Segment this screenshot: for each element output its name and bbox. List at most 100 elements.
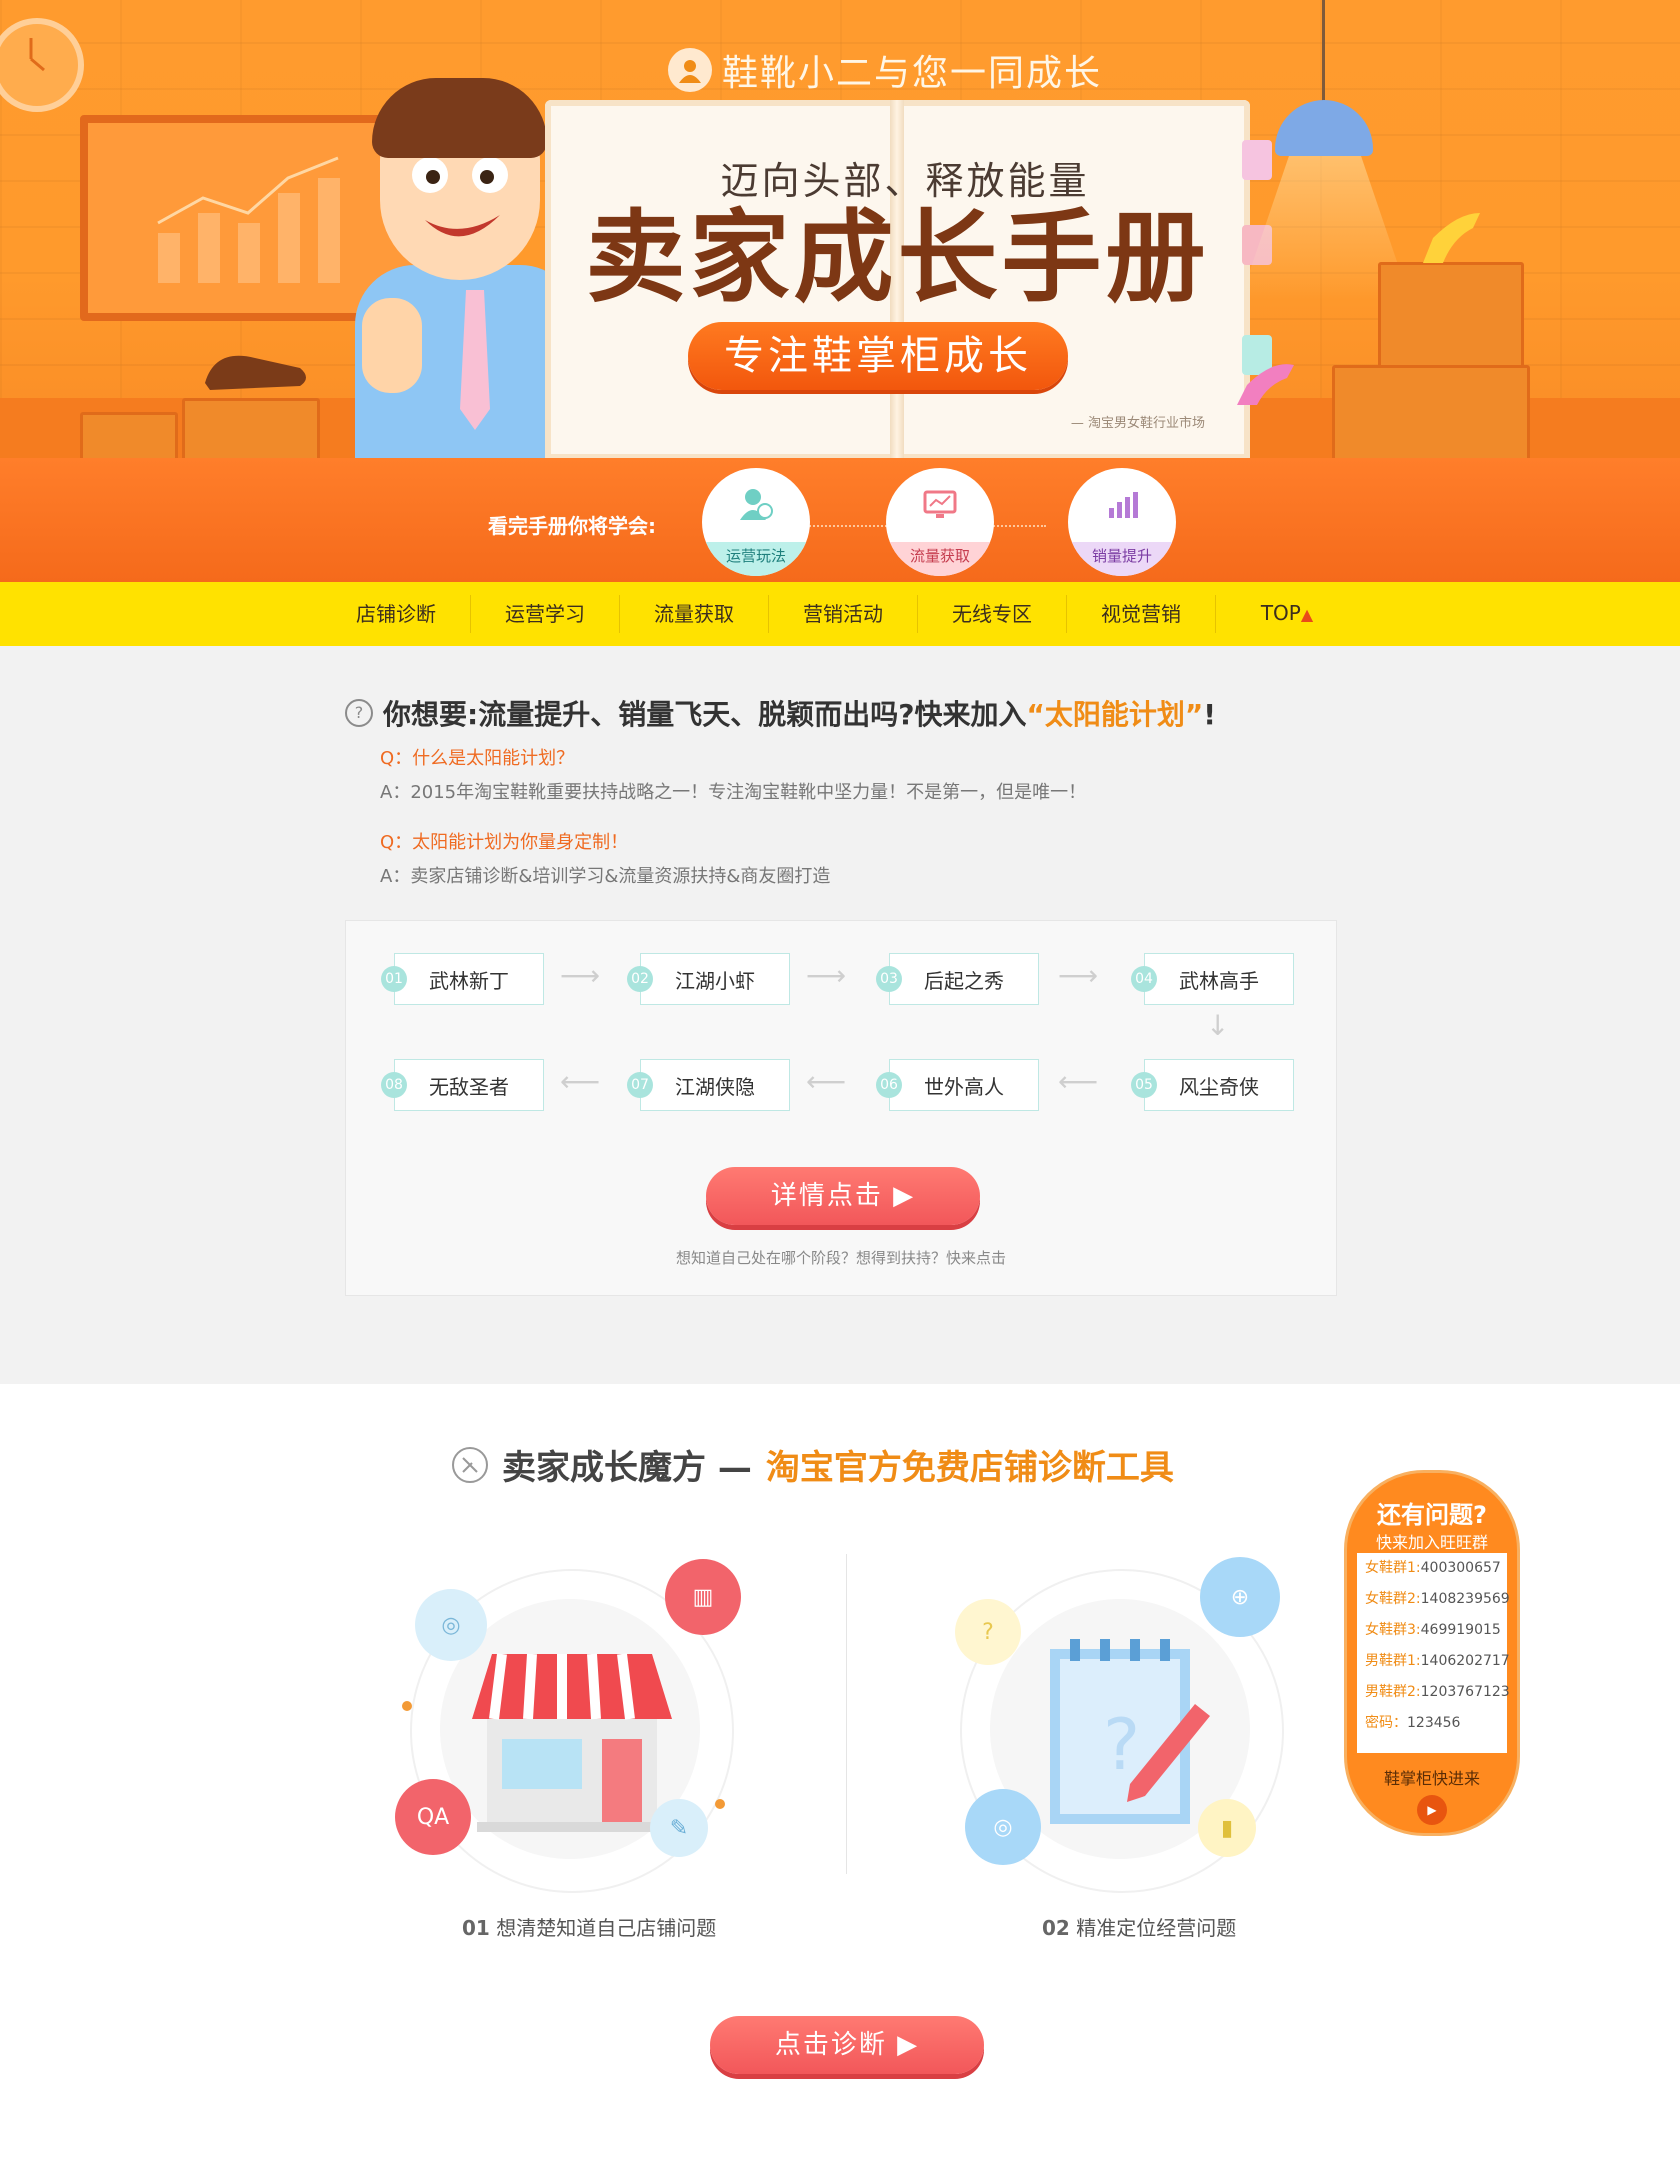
learn-badge-label: 销量提升 (1068, 542, 1176, 576)
hero-top-title-text: 鞋靴小二与您一同成长 (722, 53, 1103, 94)
level-card: 02 江湖小虾 (627, 953, 790, 1005)
user-avatar-icon (668, 48, 712, 92)
group-value: 1408239569 (1420, 1591, 1510, 1607)
levels-panel: 01 武林新丁 02 江湖小虾 03 后起之秀 04 武林高手 05 风尘奇侠 06 世外高… (345, 920, 1337, 1296)
orange-dot (715, 1799, 725, 1809)
heading-suffix: ! (1203, 698, 1217, 731)
step2-number: 02 (1042, 1916, 1070, 1940)
nav-item-store-diagnosis[interactable]: 店铺诊断 (322, 595, 471, 633)
nav-item-marketing[interactable]: 营销活动 (769, 595, 918, 633)
level-card: 07 江湖侠隐 (627, 1059, 790, 1111)
heading-prefix: 你想要:流量提升、销量飞天、脱颖而出吗?快来加入 (383, 698, 1027, 731)
step2-text: 精准定位经营问题 (1076, 1916, 1237, 1940)
group-key: 男鞋群2: (1365, 1684, 1421, 1700)
arrow-left-icon: ⟵ (1058, 1065, 1099, 1098)
level-card: 03 后起之秀 (876, 953, 1039, 1005)
wrench-icon: ✎ (650, 1799, 708, 1857)
help-sidebar: 还有问题? 快来加入旺旺群 女鞋群1:400300657 女鞋群2:140823… (1344, 1470, 1520, 1836)
group-row[interactable]: 男鞋群2:1203767123 (1357, 1677, 1510, 1708)
sun-plan-heading: ? 你想要:流量提升、销量飞天、脱颖而出吗?快来加入“太阳能计划”! (345, 693, 1216, 733)
group-key: 女鞋群1: (1365, 1560, 1421, 1576)
arrow-left-icon: ⟵ (806, 1065, 847, 1098)
monitor-chart-icon: ▥ (665, 1559, 741, 1635)
level-number: 06 (876, 1072, 902, 1098)
shoe-box-decoration (80, 412, 178, 458)
password-key: 密码： (1365, 1715, 1407, 1731)
target-crosshair-icon: ⊕ (1200, 1557, 1280, 1637)
sales-chart-icon (1109, 492, 1138, 518)
level-number: 03 (876, 966, 902, 992)
group-row[interactable]: 女鞋群3:469919015 (1357, 1615, 1507, 1646)
learn-badge-traffic[interactable]: 流量获取 (886, 468, 994, 576)
nav-item-top[interactable]: TOP▲ (1216, 594, 1358, 634)
level-number: 05 (1131, 1072, 1157, 1098)
learn-badge-operation[interactable]: 运营玩法 (702, 468, 810, 576)
store-illustration: ▥ ◎ QA ✎ (395, 1559, 741, 1893)
orange-dot (402, 1701, 412, 1711)
dartboard-icon: ◎ (965, 1789, 1041, 1865)
headset-icon: ◎ (415, 1589, 487, 1661)
level-card: 06 世外高人 (876, 1059, 1039, 1111)
qa-icon: QA (395, 1779, 471, 1855)
high-heel-icon (1423, 213, 1480, 263)
svg-text:?: ? (1103, 1704, 1140, 1786)
heading-highlight: “太阳能计划” (1026, 698, 1204, 731)
nav-item-mobile[interactable]: 无线专区 (918, 595, 1067, 633)
group-row[interactable]: 男鞋群1:1406202717 (1357, 1646, 1510, 1677)
nav-item-visual-marketing[interactable]: 视觉营销 (1067, 595, 1216, 633)
level-number: 01 (381, 966, 407, 992)
tools-icon (452, 1446, 488, 1483)
learn-bar: 看完手册你将学会: 运营玩法 流量获取 销量提升 (0, 458, 1680, 582)
level-label: 风尘奇侠 (1179, 1074, 1259, 1099)
operation-icon (740, 489, 773, 520)
shoe-box-decoration (1378, 262, 1524, 378)
level-number: 02 (627, 966, 653, 992)
group-row[interactable]: 女鞋群2:1408239569 (1357, 1584, 1510, 1615)
book-title: 卖家成长手册 (585, 199, 1210, 316)
arrow-right-icon: ⟶ (1058, 959, 1099, 992)
level-card: 01 武林新丁 (381, 953, 544, 1005)
level-label: 无敌圣者 (429, 1074, 509, 1099)
hero-top-title: 鞋靴小二与您一同成长 (668, 44, 1102, 96)
level-label: 后起之秀 (924, 968, 1004, 993)
book-subtitle: 迈向头部、释放能量 (720, 159, 1090, 203)
learn-label: 看完手册你将学会: (488, 514, 656, 538)
main-nav: 店铺诊断 运营学习 流量获取 营销活动 无线专区 视觉营销 TOP▲ (0, 582, 1680, 646)
shoe-box-decoration (182, 398, 320, 458)
group-key: 女鞋群2: (1365, 1591, 1421, 1607)
bar-chart-icon: ▮ (1198, 1799, 1256, 1857)
notepad-illustration: ? ⊕ ? ◎ ▮ (955, 1557, 1284, 1893)
step1-text: 想清楚知道自己店铺问题 (496, 1916, 717, 1940)
group-value: 1406202717 (1420, 1653, 1510, 1669)
password-value: 123456 (1407, 1715, 1461, 1731)
play-icon[interactable]: ▶ (1417, 1795, 1447, 1825)
group-row[interactable]: 女鞋群1:400300657 (1357, 1553, 1507, 1584)
storefront-icon (472, 1653, 672, 1832)
nav-item-operation-learning[interactable]: 运营学习 (471, 595, 620, 633)
group-value: 1203767123 (1420, 1684, 1510, 1700)
level-number: 08 (381, 1072, 407, 1098)
diagnose-button[interactable]: 点击诊断 ▶ (710, 2016, 984, 2074)
arrow-down-icon: ↓ (1206, 1009, 1230, 1042)
level-card: 08 无敌圣者 (381, 1059, 544, 1111)
top-label: TOP (1260, 601, 1301, 625)
question-circle-icon: ? (955, 1599, 1021, 1665)
sun-plan-section: ? 你想要:流量提升、销量飞天、脱颖而出吗?快来加入“太阳能计划”! Q：什么是… (0, 646, 1680, 1384)
cube-heading: 卖家成长魔方 — 淘宝官方免费店铺诊断工具 (452, 1440, 1174, 1489)
thumbs-up-icon (362, 298, 422, 393)
level-number: 04 (1131, 966, 1157, 992)
learn-badge-sales[interactable]: 销量提升 (1068, 468, 1176, 576)
arrow-left-icon: ⟵ (560, 1065, 601, 1098)
level-card: 05 风尘奇侠 (1131, 1059, 1294, 1111)
question-icon: ? (345, 699, 373, 727)
step1-number: 01 (462, 1916, 490, 1940)
handbook: 迈向头部、释放能量 卖家成长手册 专注鞋掌柜成长 — 淘宝男女鞋行业市场 (545, 100, 1272, 458)
level-label: 江湖侠隐 (675, 1074, 755, 1099)
bookmark-tab (1242, 140, 1272, 180)
book-tagline-pill: 专注鞋掌柜成长 (688, 322, 1068, 390)
learn-badge-label: 流量获取 (886, 542, 994, 576)
level-label: 武林新丁 (429, 968, 509, 993)
details-button[interactable]: 详情点击 ▶ (706, 1167, 980, 1225)
nav-item-traffic[interactable]: 流量获取 (620, 595, 769, 633)
level-number: 07 (627, 1072, 653, 1098)
